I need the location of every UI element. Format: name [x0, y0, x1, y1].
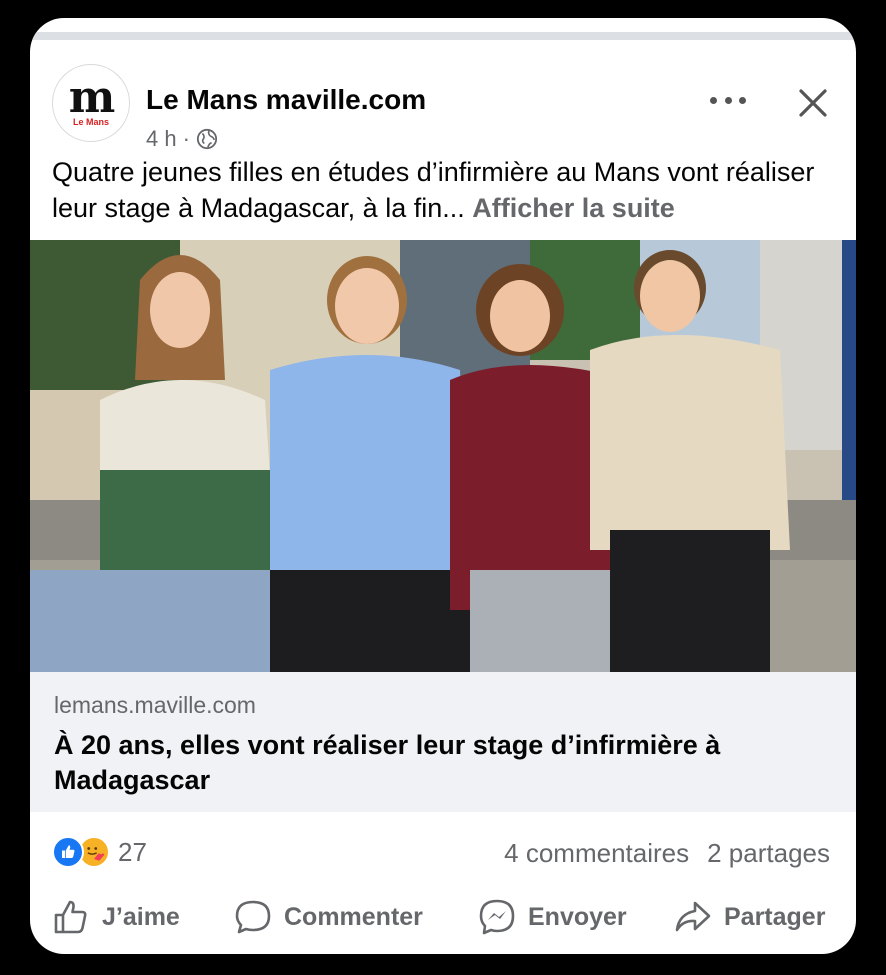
meta-separator: · — [182, 126, 190, 151]
stats-right: 4 commentaires 2 partages — [504, 838, 830, 869]
post-time[interactable]: 4 h — [146, 126, 177, 152]
post-photo[interactable] — [30, 240, 856, 672]
action-bar: J’aime Commenter Envoyer Partager — [30, 890, 856, 946]
like-reaction-icon — [52, 836, 84, 868]
reactions-summary[interactable]: 27 — [52, 836, 147, 868]
send-button[interactable]: Envoyer — [478, 898, 627, 936]
reaction-count: 27 — [118, 836, 147, 867]
post-meta: 4 h · — [146, 126, 218, 152]
close-icon[interactable] — [796, 86, 830, 120]
post-body: Quatre jeunes filles en études d’infirmi… — [52, 157, 815, 223]
comment-label: Commenter — [284, 902, 423, 931]
like-label: J’aime — [102, 902, 180, 931]
avatar-subtitle: Le Mans — [72, 116, 109, 127]
link-domain: lemans.maville.com — [54, 692, 256, 718]
comment-bubble-icon — [235, 900, 271, 934]
share-label: Partager — [724, 902, 826, 931]
avatar-logo: m — [68, 71, 116, 123]
like-button[interactable]: J’aime — [52, 898, 180, 936]
post-header: m Le Mans Le Mans maville.com 4 h · — [30, 40, 856, 152]
share-button[interactable]: Partager — [674, 898, 825, 936]
post-text: Quatre jeunes filles en études d’infirmi… — [52, 154, 842, 226]
page-name[interactable]: Le Mans maville.com — [146, 84, 426, 116]
see-more-link[interactable]: Afficher la suite — [472, 193, 675, 223]
engagement-stats: 27 4 commentaires 2 partages — [30, 826, 856, 876]
send-label: Envoyer — [528, 902, 627, 931]
top-divider — [30, 32, 856, 40]
thumbs-up-icon — [54, 900, 87, 934]
comment-button[interactable]: Commenter — [234, 898, 423, 936]
comments-count[interactable]: 4 commentaires — [504, 838, 689, 869]
post-card: m Le Mans Le Mans maville.com 4 h · Quat… — [30, 18, 856, 954]
page-avatar[interactable]: m Le Mans — [52, 64, 130, 142]
globe-icon — [196, 128, 218, 150]
share-arrow-icon — [675, 901, 711, 932]
more-options-icon[interactable] — [710, 90, 746, 110]
shares-count[interactable]: 2 partages — [707, 838, 830, 869]
messenger-icon — [479, 899, 515, 935]
link-preview[interactable]: lemans.maville.com À 20 ans, elles vont … — [30, 672, 856, 812]
link-title[interactable]: À 20 ans, elles vont réaliser leur stage… — [54, 728, 824, 798]
